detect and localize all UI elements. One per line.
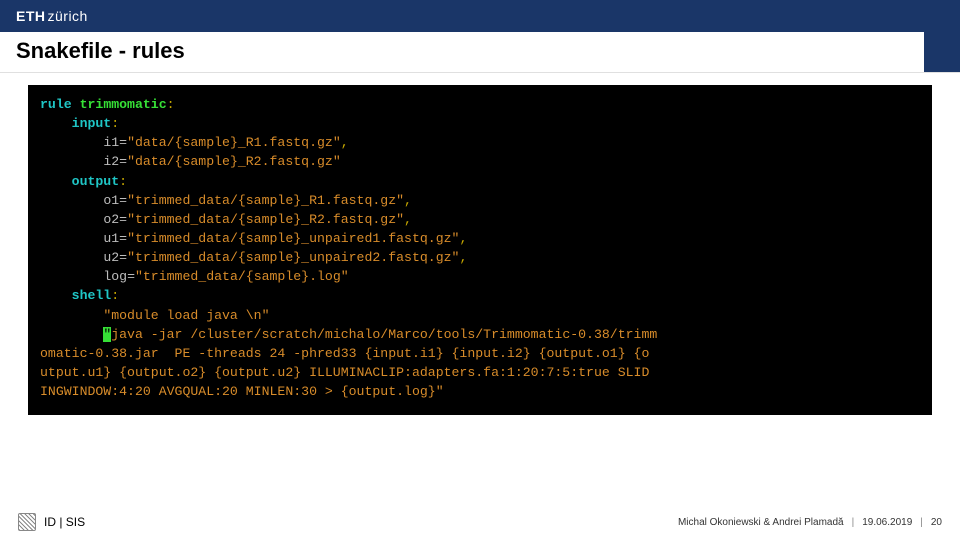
footer-dept: ID | SIS [44, 515, 85, 529]
val-o2: "trimmed_data/{sample}_R2.fastq.gz" [127, 212, 404, 227]
shell-line-1: "module load java \n" [103, 308, 269, 323]
val-o1: "trimmed_data/{sample}_R1.fastq.gz" [127, 193, 404, 208]
footer: ID | SIS Michal Okoniewski & Andrei Plam… [0, 504, 960, 540]
shell-line-5: INGWINDOW:4:20 AVGQUAL:20 MINLEN:30 > {o… [40, 384, 444, 399]
logo-suffix: zürich [48, 8, 88, 24]
footer-date: 19.06.2019 [862, 517, 912, 528]
seal-icon [18, 513, 36, 531]
eth-logo: ETHzürich [16, 8, 88, 24]
shell-line-4: utput.u1} {output.o2} {output.u2} ILLUMI… [40, 365, 649, 380]
val-i2: "data/{sample}_R2.fastq.gz" [127, 154, 341, 169]
kw-shell: shell [72, 288, 112, 303]
var-o2: o2 [103, 212, 119, 227]
kw-input: input [72, 116, 112, 131]
kw-output: output [72, 174, 119, 189]
shell-line-3: omatic-0.38.jar PE -threads 24 -phred33 … [40, 346, 649, 361]
header-bar: ETHzürich [0, 0, 960, 32]
logo-name: ETH [16, 8, 46, 24]
slide-title: Snakefile - rules [16, 38, 944, 64]
rule-name: trimmomatic [80, 97, 167, 112]
shell-line-2: java -jar /cluster/scratch/michalo/Marco… [111, 327, 657, 342]
val-i1: "data/{sample}_R1.fastq.gz" [127, 135, 341, 150]
var-i2: i2 [103, 154, 119, 169]
var-u2: u2 [103, 250, 119, 265]
footer-sep-1: | [852, 517, 855, 528]
code-block: rule trimmomatic: input: i1="data/{sampl… [28, 85, 932, 415]
var-u1: u1 [103, 231, 119, 246]
val-u1: "trimmed_data/{sample}_unpaired1.fastq.g… [127, 231, 459, 246]
val-log: "trimmed_data/{sample}.log" [135, 269, 349, 284]
var-o1: o1 [103, 193, 119, 208]
kw-rule: rule [40, 97, 72, 112]
title-strip: Snakefile - rules [0, 32, 960, 73]
var-log: log [103, 269, 127, 284]
footer-page: 20 [931, 517, 942, 528]
val-u2: "trimmed_data/{sample}_unpaired2.fastq.g… [127, 250, 459, 265]
var-i1: i1 [103, 135, 119, 150]
footer-authors: Michal Okoniewski & Andrei Plamadă [678, 517, 844, 528]
footer-sep-2: | [920, 517, 923, 528]
